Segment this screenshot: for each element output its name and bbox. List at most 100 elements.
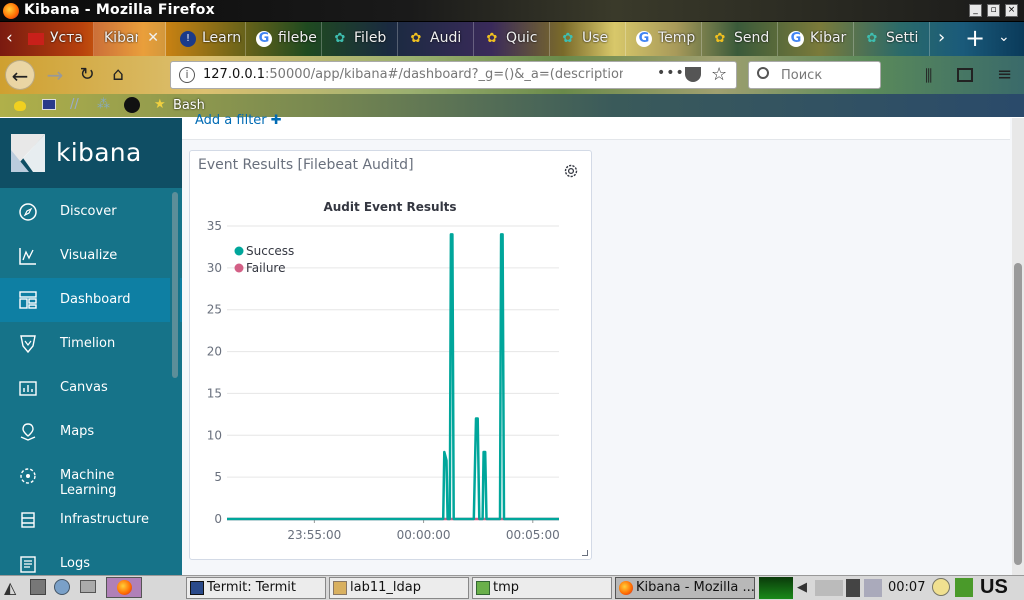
tab-item[interactable]: G Temp [628,22,702,56]
taskbar-item-lab11-ldap[interactable]: lab11_ldap [329,577,469,599]
tab-item[interactable]: ✿ Send [704,22,778,56]
kibana-brand[interactable]: kibana [56,138,142,167]
tab-item[interactable]: Уста [24,22,94,56]
search-placeholder: Поиск [781,68,823,83]
kibana-logo-icon[interactable] [11,134,45,172]
github-icon[interactable] [124,97,140,113]
sidebar-item-maps[interactable]: Maps [0,410,170,454]
sidebar-scrollbar[interactable] [170,190,180,573]
close-button[interactable]: × [1005,4,1018,17]
tab-item[interactable]: ✿ Setti [856,22,930,56]
sidebar-item-timelion[interactable]: Timelion [0,322,170,366]
update-notifier-icon[interactable] [932,578,950,596]
filter-bar [182,118,1010,140]
bookmark-duck-icon[interactable] [14,101,26,111]
network-icon[interactable] [864,579,882,597]
infrastructure-icon [21,512,35,528]
sidebar-item-discover[interactable]: Discover [0,190,170,234]
tab-item[interactable]: ✿ Use [552,22,626,56]
start-menu-icon[interactable]: ◭ [4,578,16,597]
tray-icons[interactable] [815,580,843,596]
tab-item-active[interactable]: Kibar ✕ [94,22,166,56]
logs-icon [20,556,36,573]
tab-item[interactable]: ✿ Fileb [324,22,398,56]
legend-marker-success [234,246,244,256]
tab-item[interactable]: ✿ Audi [400,22,474,56]
canvas-icon [19,381,37,396]
timelion-icon [20,335,36,354]
sidebar-item-visualize[interactable]: Visualize [0,234,170,278]
taskbar-clock[interactable]: 00:07 [888,580,925,595]
resize-handle-icon[interactable] [582,550,588,556]
y-tick-label: 10 [207,428,222,442]
sidebar-item-machine-learning[interactable]: Machine Learning [0,454,170,498]
url-bar[interactable]: i 127.0.0.1:50000/app/kibana#/dashboard?… [170,61,737,89]
red-monitor-icon [28,33,44,45]
bookmark-slash-icon[interactable]: // [70,97,79,112]
dashboard-icon [19,291,37,309]
home-icon[interactable]: ⌂ [103,60,133,90]
logout-icon[interactable] [955,578,973,597]
google-icon: G [636,31,652,47]
bookmark-star-icon[interactable]: ☆ [711,64,727,85]
tabs-scroll-left-icon[interactable]: ‹ [6,28,13,48]
back-icon[interactable]: ← [5,60,35,90]
bookmark-bash[interactable]: Bash [173,98,205,113]
forward-icon[interactable]: → [40,60,70,90]
sidebar-item-canvas[interactable]: Canvas [0,366,170,410]
pocket-icon[interactable] [685,67,701,82]
menu-icon[interactable]: ≡ [997,64,1012,85]
sidebar-item-infrastructure[interactable]: Infrastructure [0,498,170,542]
windows-launcher-icon[interactable] [80,580,96,593]
close-tab-icon[interactable]: ✕ [147,30,159,46]
library-icon[interactable]: ⫼ [925,66,932,86]
sidebar-item-dashboard[interactable]: Dashboard [0,278,182,322]
url-text[interactable]: 127.0.0.1:50000/app/kibana#/dashboard?_g… [203,67,623,82]
audit-event-chart[interactable]: Audit Event Results 0 5 10 15 20 25 30 35 23:55… [196,196,571,544]
new-tab-icon[interactable]: + [965,24,985,52]
taskbar-item-firefox[interactable]: Kibana - Mozilla ... [615,577,755,599]
search-bar[interactable]: Поиск [748,61,881,89]
page-scrollbar[interactable] [1012,118,1024,575]
tab-list-chevron-icon[interactable]: ⌄ [998,29,1010,45]
site-info-icon[interactable]: i [179,67,195,83]
bookmark-star-icon[interactable]: ★ [154,97,166,112]
y-tick-label: 20 [207,345,222,359]
bookmark-network-icon[interactable]: ⁂ [97,97,110,112]
plus-icon: ✚ [270,113,282,128]
tabs-scroll-right-icon[interactable]: › [938,27,945,48]
taskbar-item-termit[interactable]: Termit: Termit [186,577,326,599]
bookmark-monitor-icon[interactable] [42,99,56,110]
ml-icon [20,468,36,484]
map-icon [20,423,36,441]
add-filter-link[interactable]: Add a filter ✚ [195,113,282,128]
maximize-button[interactable]: ▫ [987,4,1000,17]
gear-icon[interactable] [562,162,580,180]
page-actions-icon[interactable]: ••• [657,65,685,81]
tab-item[interactable]: ! Learn [172,22,246,56]
elastic-icon: ✿ [562,31,574,46]
legend-marker-failure [234,263,244,273]
y-tick-label: 0 [214,512,222,526]
sidebar-item-logs[interactable]: Logs [0,542,170,575]
minimize-button[interactable]: _ [969,4,982,17]
x-tick-label: 00:00:00 [397,528,451,542]
y-tick-label: 30 [207,261,222,275]
tab-item[interactable]: ✿ Quic [476,22,550,56]
volume-icon[interactable]: ◀ [797,580,807,595]
y-tick-label: 5 [214,470,222,484]
google-icon: G [256,31,272,47]
sidebar-toggle-icon[interactable] [957,68,973,82]
tab-item[interactable]: G filebe [248,22,322,56]
firefox-icon [3,3,19,19]
sidebar-scroll-thumb[interactable] [172,192,178,378]
firefox-launcher-icon[interactable] [106,577,142,598]
tab-item[interactable]: G Kibar [780,22,854,56]
battery-icon[interactable] [846,579,860,597]
taskbar-item-tmp[interactable]: tmp [472,577,612,599]
show-desktop-icon[interactable] [30,579,46,595]
keyboard-layout-indicator[interactable]: US [980,576,1008,599]
page-scroll-thumb[interactable] [1014,263,1022,565]
browser-launcher-icon[interactable] [54,579,70,595]
reload-icon[interactable]: ↻ [72,60,102,90]
